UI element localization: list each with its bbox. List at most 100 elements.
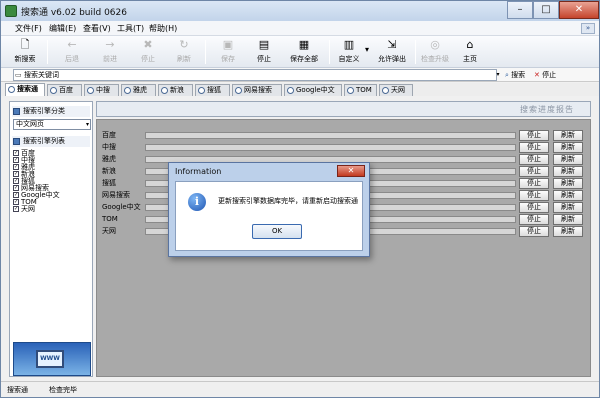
row-stop-button[interactable]: 停止 [519, 202, 549, 213]
menu-edit[interactable]: 编辑(E) [49, 23, 76, 34]
check-icon: ✓ [13, 206, 19, 212]
menu-tools[interactable]: 工具(T) [117, 23, 144, 34]
tab-icon [347, 87, 354, 94]
row-refresh-button[interactable]: 刷新 [553, 202, 583, 213]
tab-icon [124, 87, 131, 94]
tab-google-cn[interactable]: Google中文 [284, 84, 342, 96]
keyword-field-icon: ▭ [15, 71, 22, 79]
customize-icon: ▥ [343, 38, 355, 51]
menu-view[interactable]: 查看(V) [83, 23, 111, 34]
row-refresh-button[interactable]: 刷新 [553, 142, 583, 153]
row-stop-button[interactable]: 停止 [519, 130, 549, 141]
check-icon: ✓ [13, 171, 19, 177]
engine-name: 中搜 [102, 143, 116, 151]
row-refresh-button[interactable]: 刷新 [553, 214, 583, 225]
engine-name: Google中文 [102, 203, 141, 211]
allow-popup-button[interactable]: ⇲ 允许弹出 [373, 38, 411, 66]
row-refresh-button[interactable]: 刷新 [553, 190, 583, 201]
progress-row: 百度 停止 刷新 [101, 130, 588, 141]
tab-baidu[interactable]: 百度 [47, 84, 82, 96]
check-icon: ✓ [13, 199, 19, 205]
stop-x-icon: ✕ [534, 71, 540, 79]
tab-icon [235, 87, 242, 94]
close-button[interactable]: ✕ [559, 1, 599, 19]
row-stop-button[interactable]: 停止 [519, 166, 549, 177]
menu-help[interactable]: 帮助(H) [149, 23, 177, 34]
keyword-dropdown-icon[interactable]: ▾ [493, 69, 503, 81]
row-stop-button[interactable]: 停止 [519, 214, 549, 225]
tab-yahoo[interactable]: 雅虎 [121, 84, 156, 96]
tab-tom[interactable]: TOM [344, 84, 377, 96]
status-bar: 搜索通 检查完毕 [1, 381, 599, 397]
minimize-button[interactable]: – [507, 1, 533, 19]
row-refresh-button[interactable]: 刷新 [553, 226, 583, 237]
customize-button[interactable]: ▥ 自定义 [333, 38, 365, 66]
row-refresh-button[interactable]: 刷新 [553, 130, 583, 141]
menu-overflow-icon[interactable]: » [581, 23, 595, 34]
row-stop-button[interactable]: 停止 [519, 178, 549, 189]
search-icon: ⌕ [505, 71, 509, 79]
popup-icon: ⇲ [387, 38, 397, 51]
tab-icon [198, 87, 205, 94]
home-icon: ⌂ [466, 38, 474, 51]
keyword-input[interactable]: ▭ 搜索关键词 [13, 69, 497, 81]
engine-name: 新浪 [102, 167, 116, 175]
keyword-stop-button[interactable]: ✕ 停止 [534, 69, 556, 81]
dialog-close-button[interactable]: ✕ [337, 165, 365, 177]
tab-zhongsou[interactable]: 中搜 [84, 84, 119, 96]
check-icon: ✓ [13, 185, 19, 191]
check-update-button[interactable]: ◎ 检查升级 [417, 38, 453, 66]
progress-bar [145, 132, 516, 139]
tab-strip: 搜索通 百度 中搜 雅虎 新浪 搜狐 网易搜索 Google中文 TOM 天网 [1, 83, 599, 96]
row-stop-button[interactable]: 停止 [519, 142, 549, 153]
row-stop-button[interactable]: 停止 [519, 190, 549, 201]
promo-banner[interactable]: WWW [13, 342, 91, 376]
app-logo-icon [5, 5, 17, 17]
new-search-button[interactable]: 🗋 新搜索 [9, 38, 41, 66]
customize-dropdown-icon[interactable]: ▾ [365, 45, 369, 54]
menu-file[interactable]: 文件(F) [15, 23, 42, 34]
keyword-search-button[interactable]: ⌕ 搜索 [505, 69, 525, 81]
row-refresh-button[interactable]: 刷新 [553, 178, 583, 189]
row-refresh-button[interactable]: 刷新 [553, 154, 583, 165]
row-stop-button[interactable]: 停止 [519, 154, 549, 165]
tab-icon [87, 87, 94, 94]
title-bar[interactable]: 搜索通 v6.02 build 0626 – □ ✕ [1, 1, 599, 21]
check-icon: ✓ [13, 192, 19, 198]
information-dialog[interactable]: Information ✕ i 更新搜索引擎数据库完毕，请重新启动搜索通 OK [168, 162, 370, 257]
forward-arrow-icon: → [105, 38, 115, 51]
tab-sohu[interactable]: 搜狐 [195, 84, 230, 96]
engine-name: 搜狐 [102, 179, 116, 187]
engine-list: ✓ 百度 ✓ 中搜 ✓ 雅虎 ✓ 新浪 ✓ 搜狐 ✓ 网易搜索 ✓ Google中文 ✓ TOM… [13, 150, 91, 213]
back-button[interactable]: ← 后退 [57, 38, 87, 66]
row-stop-button[interactable]: 停止 [519, 226, 549, 237]
refresh-button[interactable]: ↻ 刷新 [169, 38, 199, 66]
category-select[interactable]: 中文网页 ▾ [13, 119, 91, 130]
maximize-button[interactable]: □ [533, 1, 559, 19]
tab-icon [287, 87, 294, 94]
stop-icon: ✖ [143, 38, 153, 51]
forward-button[interactable]: → 前进 [95, 38, 125, 66]
save-all-button[interactable]: ▦ 保存全部 [285, 38, 323, 66]
home-button[interactable]: ⌂ 主页 [457, 38, 483, 66]
engine-name: 百度 [102, 131, 116, 139]
tab-tianwang[interactable]: 天网 [379, 84, 413, 96]
check-icon: ✓ [13, 157, 19, 163]
row-refresh-button[interactable]: 刷新 [553, 166, 583, 177]
tab-netease[interactable]: 网易搜索 [232, 84, 282, 96]
engine-name: 天网 [102, 227, 116, 235]
dialog-message: 更新搜索引擎数据库完毕，请重新启动搜索通 [218, 197, 358, 205]
stop-all-button[interactable]: ▤ 停止 [249, 38, 279, 66]
toolbar-divider [205, 40, 206, 64]
stop-button[interactable]: ✖ 停止 [133, 38, 163, 66]
save-icon: ▣ [222, 38, 234, 51]
tab-sina[interactable]: 新浪 [158, 84, 193, 96]
back-arrow-icon: ← [67, 38, 77, 51]
tab-sousuotong[interactable]: 搜索通 [5, 83, 45, 96]
progress-report-header: 搜索进度报告 [96, 101, 591, 117]
engine-checkbox[interactable]: ✓ 天网 [13, 206, 91, 213]
save-button[interactable]: ▣ 保存 [213, 38, 243, 66]
toolbar-divider [415, 40, 416, 64]
ok-button[interactable]: OK [252, 224, 302, 239]
stop-doc-icon: ▤ [258, 38, 270, 51]
